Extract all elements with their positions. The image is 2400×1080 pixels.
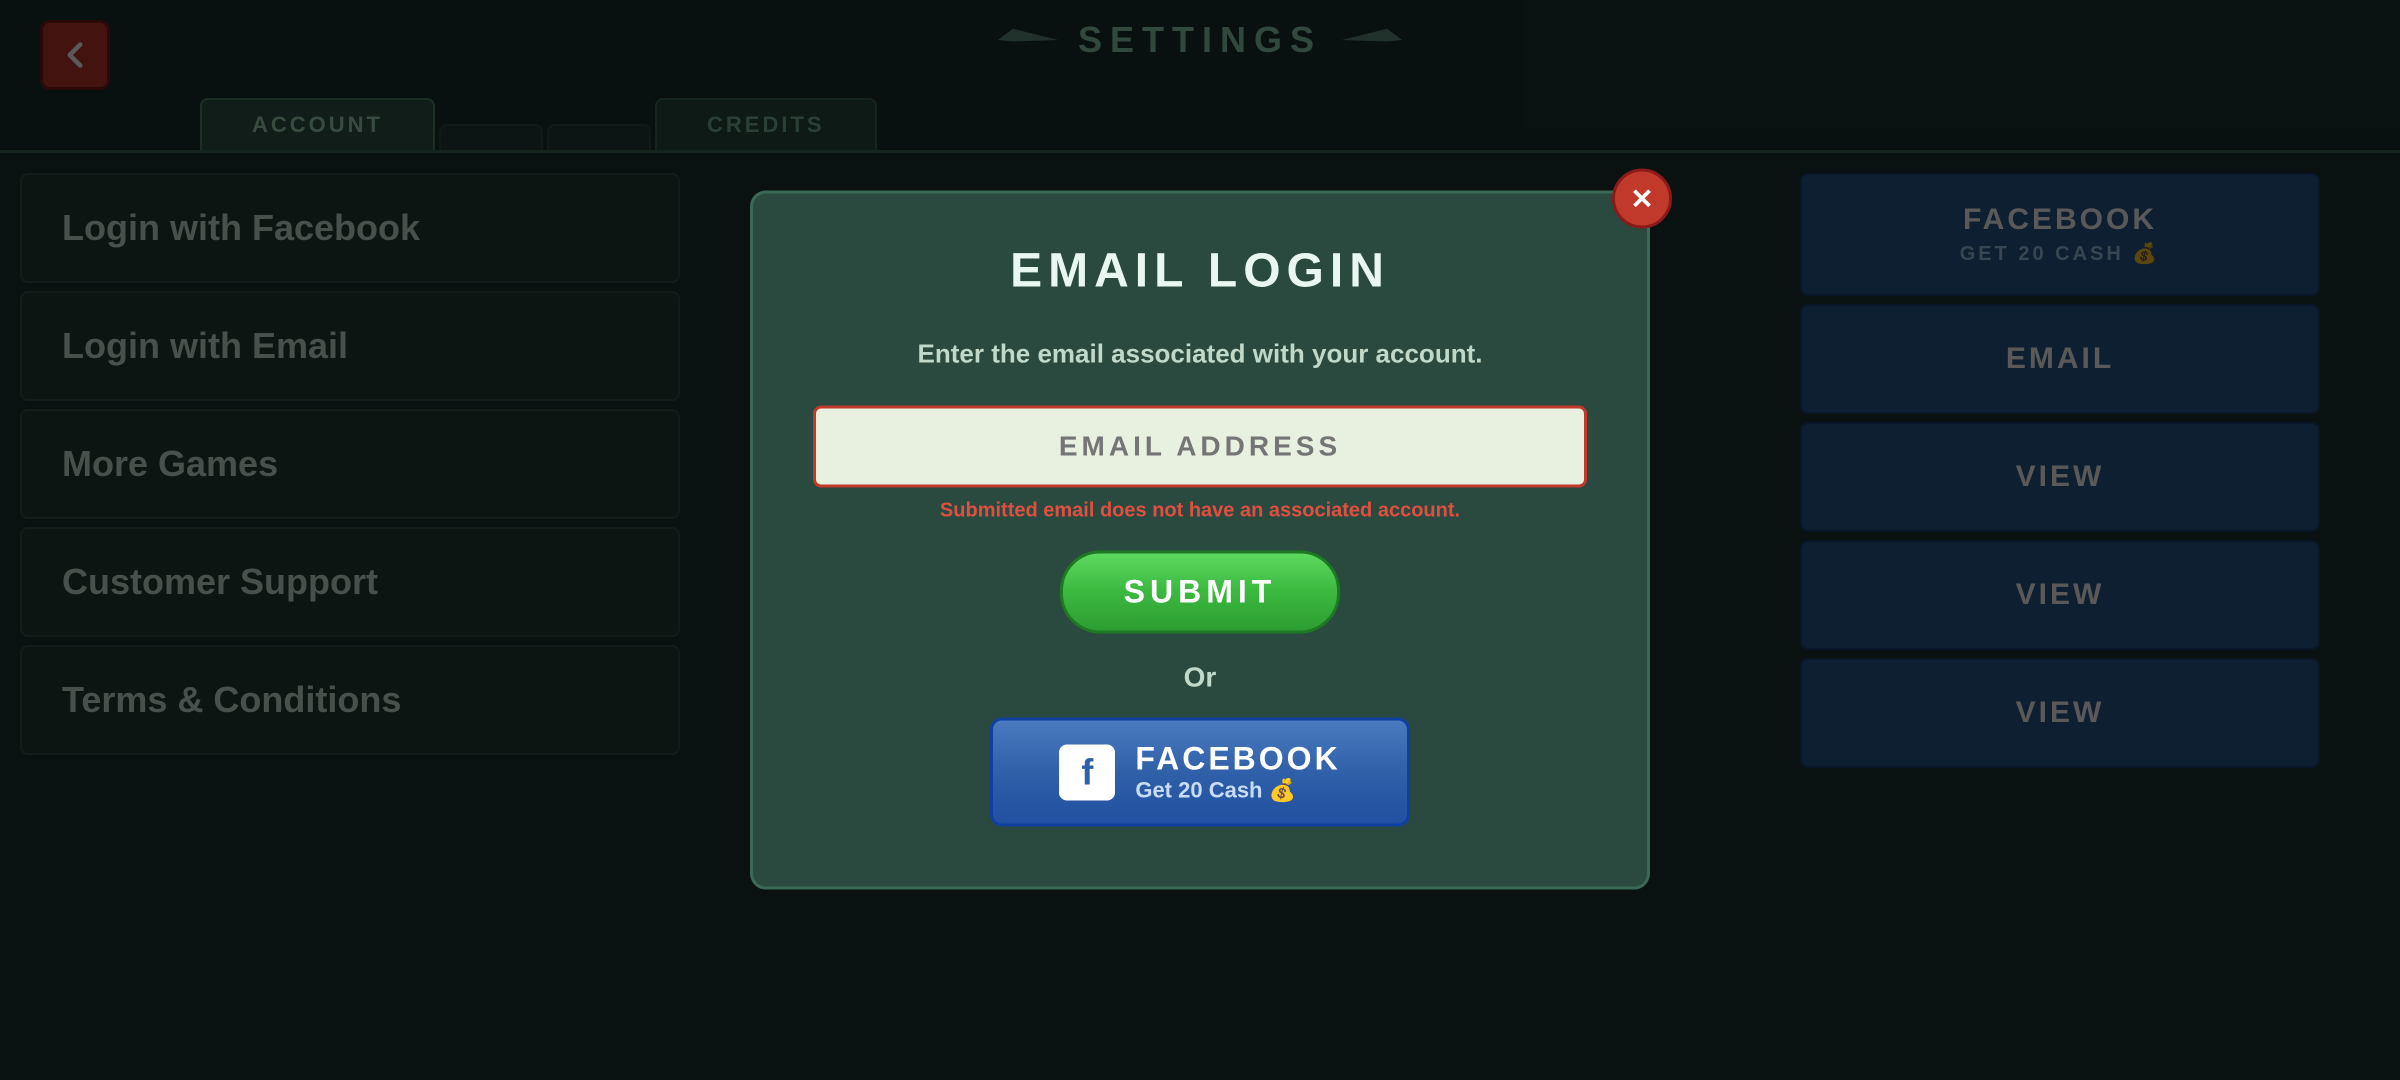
or-divider: Or xyxy=(813,662,1587,694)
facebook-cash-label: Get 20 Cash 💰 xyxy=(1135,778,1296,804)
facebook-icon: f xyxy=(1059,744,1115,800)
modal-subtitle: Enter the email associated with your acc… xyxy=(813,339,1587,370)
modal-title: EMAIL LOGIN xyxy=(813,244,1587,299)
submit-button[interactable]: SUBMIT xyxy=(1060,551,1340,634)
email-login-modal: ✕ EMAIL LOGIN Enter the email associated… xyxy=(750,191,1650,890)
facebook-button-label: FACEBOOK xyxy=(1135,741,1340,778)
modal-close-button[interactable]: ✕ xyxy=(1612,169,1672,229)
facebook-modal-button[interactable]: f FACEBOOK Get 20 Cash 💰 xyxy=(990,718,1410,827)
email-input[interactable] xyxy=(813,406,1587,488)
error-message: Submitted email does not have an associa… xyxy=(813,500,1587,523)
